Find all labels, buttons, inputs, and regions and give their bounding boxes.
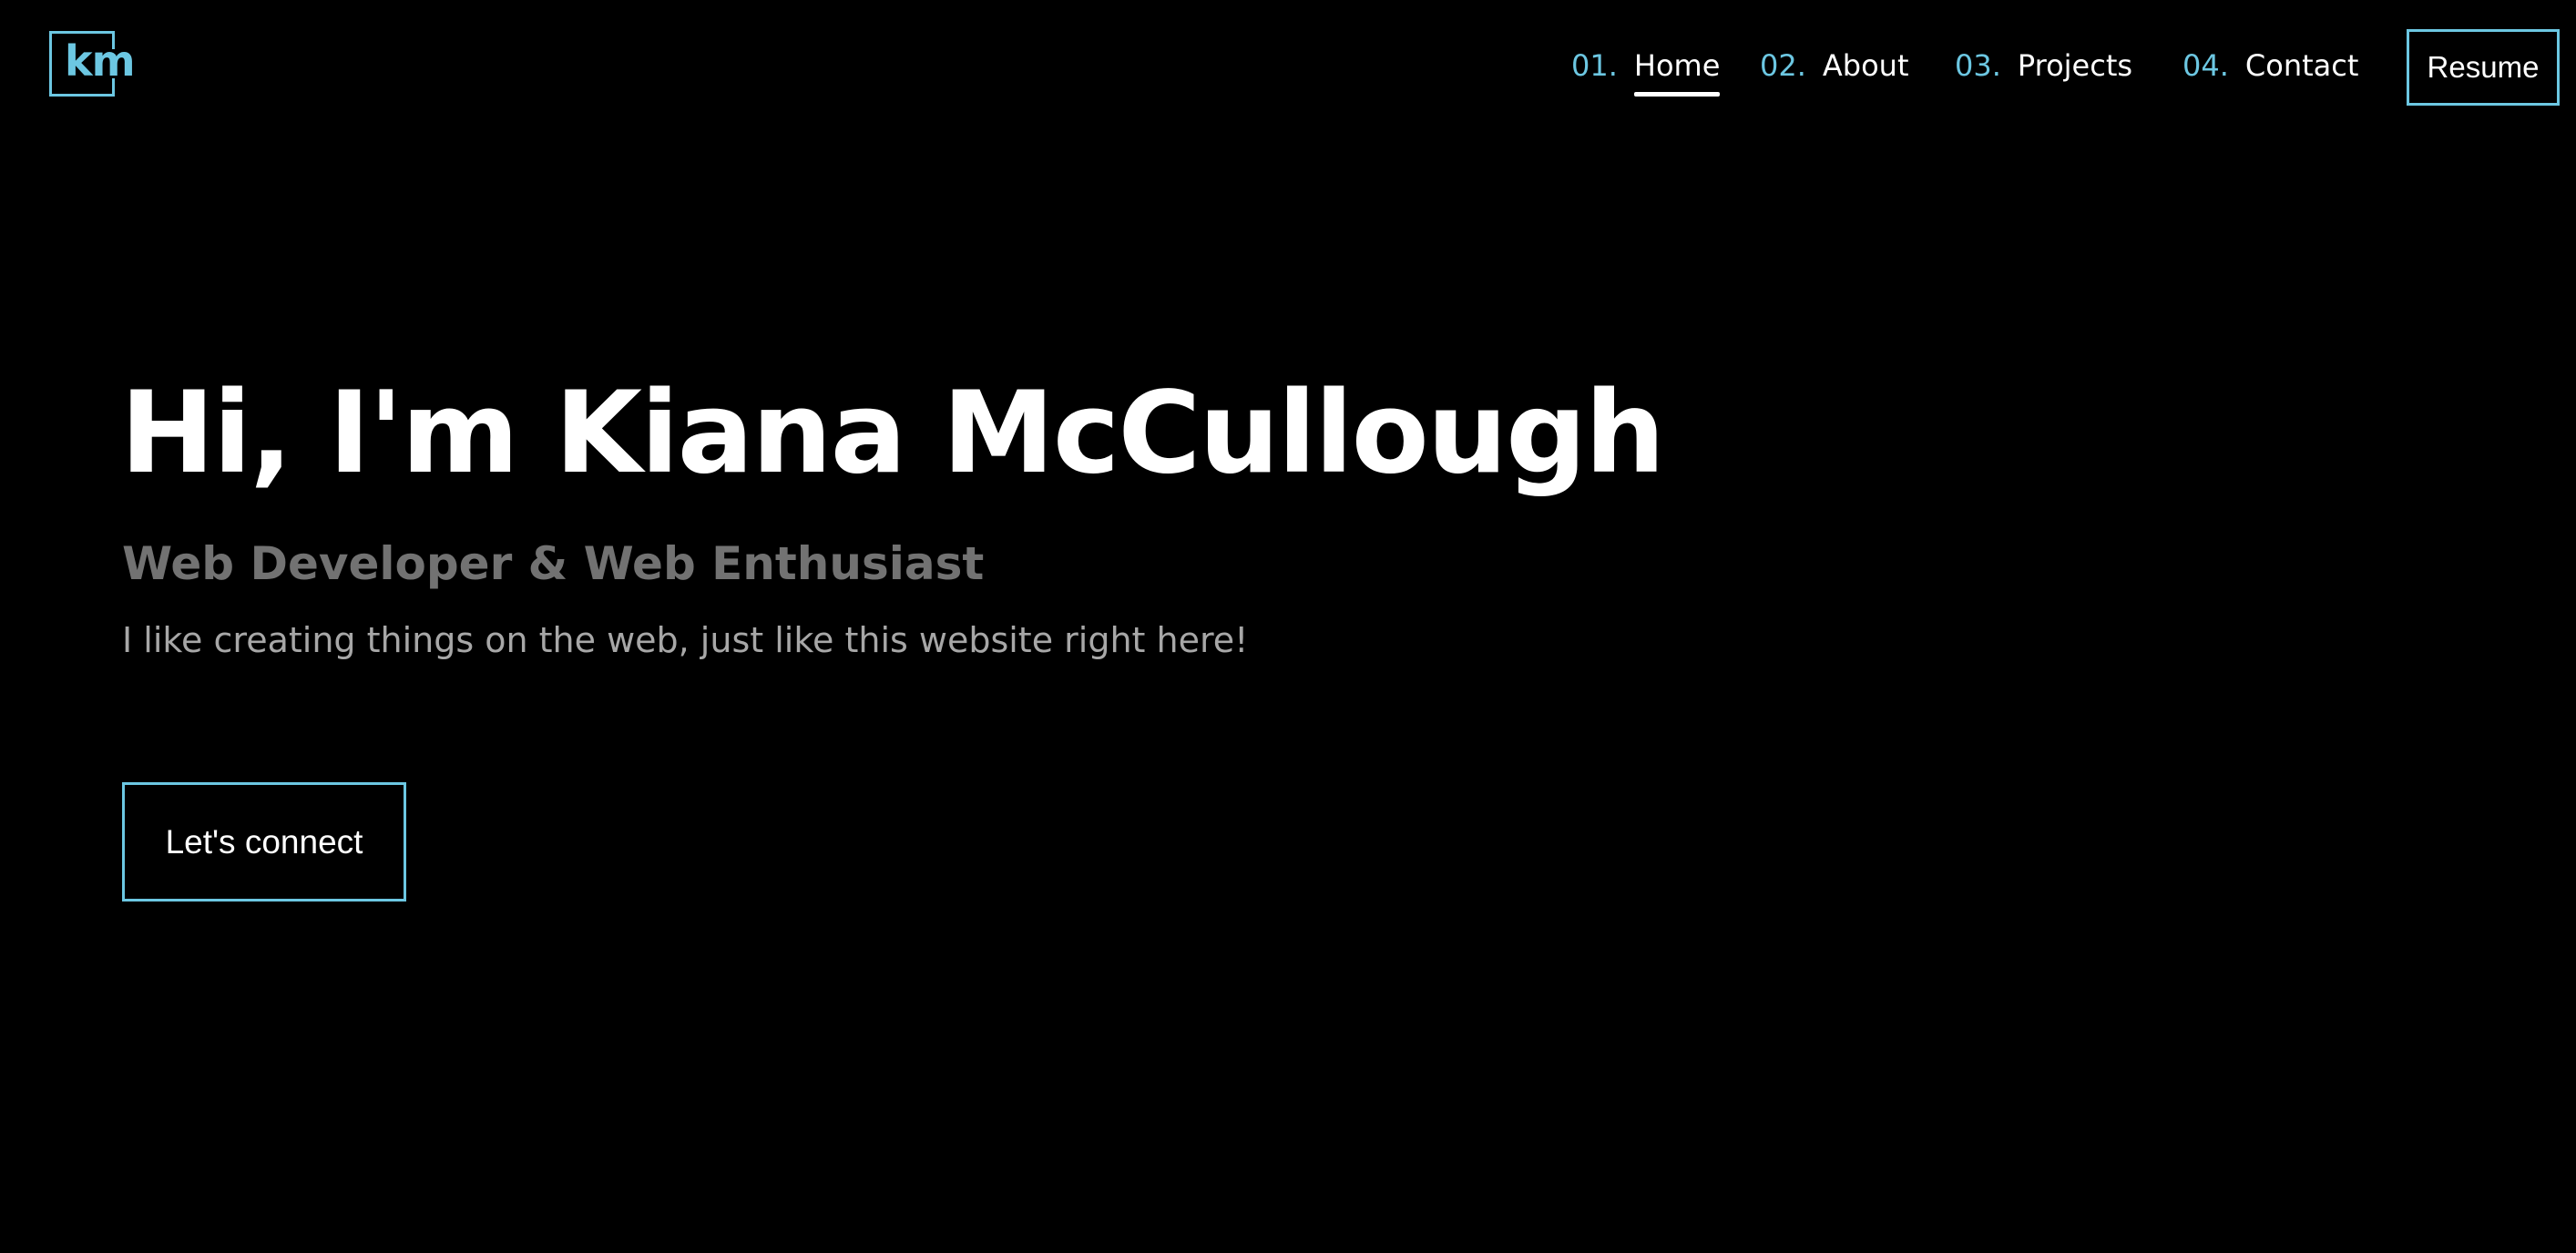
nav-number: 01. bbox=[1571, 48, 1618, 83]
site-logo[interactable]: km bbox=[49, 31, 136, 97]
nav-number: 02. bbox=[1760, 48, 1806, 83]
nav-item-contact[interactable]: 04. Contact bbox=[2182, 51, 2358, 80]
hero-description: I like creating things on the web, just … bbox=[122, 620, 1249, 660]
nav-item-about[interactable]: 02. About bbox=[1760, 51, 1909, 80]
lets-connect-button[interactable]: Let's connect bbox=[122, 782, 406, 902]
hero-subtitle: Web Developer & Web Enthusiast bbox=[122, 537, 985, 590]
nav-item-projects[interactable]: 03. Projects bbox=[1955, 51, 2132, 80]
nav-item-home[interactable]: 01. Home bbox=[1571, 48, 1721, 97]
nav-label: About bbox=[1822, 48, 1909, 83]
hero-title: Hi, I'm Kiana McCullough bbox=[120, 368, 1665, 499]
nav-label: Home bbox=[1633, 48, 1721, 97]
resume-button[interactable]: Resume bbox=[2407, 29, 2560, 106]
nav-number: 03. bbox=[1955, 48, 2001, 83]
nav-number: 04. bbox=[2182, 48, 2229, 83]
nav-label: Projects bbox=[2017, 48, 2133, 83]
logo-text: km bbox=[65, 36, 136, 86]
nav-label: Contact bbox=[2244, 48, 2359, 83]
